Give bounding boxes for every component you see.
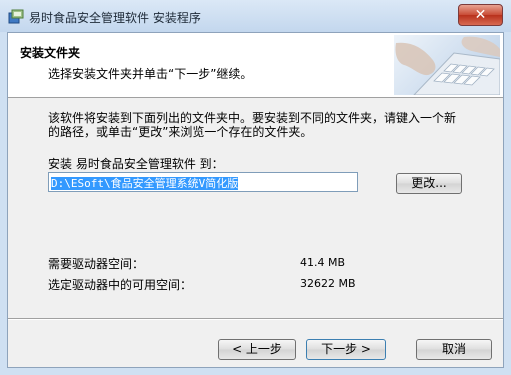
installer-icon <box>8 9 24 24</box>
available-space-label: 选定驱动器中的可用空间： <box>48 278 193 292</box>
footer-divider <box>8 318 503 320</box>
installer-dialog: 安装文件夹 选择安装文件夹并单击“下一步”继续。 该软件将安装到下面列出的文件夹… <box>7 32 504 368</box>
close-button[interactable]: ✕ <box>458 4 503 26</box>
keyboard-image <box>394 35 500 95</box>
header-panel: 安装文件夹 选择安装文件夹并单击“下一步”继续。 <box>8 33 503 98</box>
back-button[interactable]: < 上一步 <box>218 339 296 360</box>
page-subtitle: 选择安装文件夹并单击“下一步”继续。 <box>48 67 253 81</box>
required-space-value: 41.4 MB <box>300 256 346 269</box>
close-icon: ✕ <box>474 7 487 23</box>
change-button[interactable]: 更改... <box>396 173 462 194</box>
install-path-input[interactable]: D:\ESoft\食品安全管理系统V简化版 <box>48 172 358 192</box>
title-bar[interactable]: 易时食品安全管理软件 安装程序 ✕ <box>0 0 511 32</box>
install-path-value: D:\ESoft\食品安全管理系统V简化版 <box>51 177 239 190</box>
required-space-label: 需要驱动器空间： <box>48 257 145 271</box>
cancel-button[interactable]: 取消 <box>416 339 492 360</box>
next-button[interactable]: 下一步 > <box>306 339 386 360</box>
available-space-value: 32622 MB <box>300 277 356 290</box>
description: 该软件将安装到下面列出的文件夹中。要安装到不同的文件夹，请键入一个新 的路径，或… <box>48 111 468 139</box>
window-title: 易时食品安全管理软件 安装程序 <box>29 11 201 25</box>
description-line: 的路径，或单击“更改”来浏览一个存在的文件夹。 <box>48 125 313 139</box>
install-folder-label: 安装 易时食品安全管理软件 到： <box>48 157 224 171</box>
page-title: 安装文件夹 <box>20 46 81 60</box>
description-line: 该软件将安装到下面列出的文件夹中。要安装到不同的文件夹，请键入一个新 <box>48 111 457 125</box>
